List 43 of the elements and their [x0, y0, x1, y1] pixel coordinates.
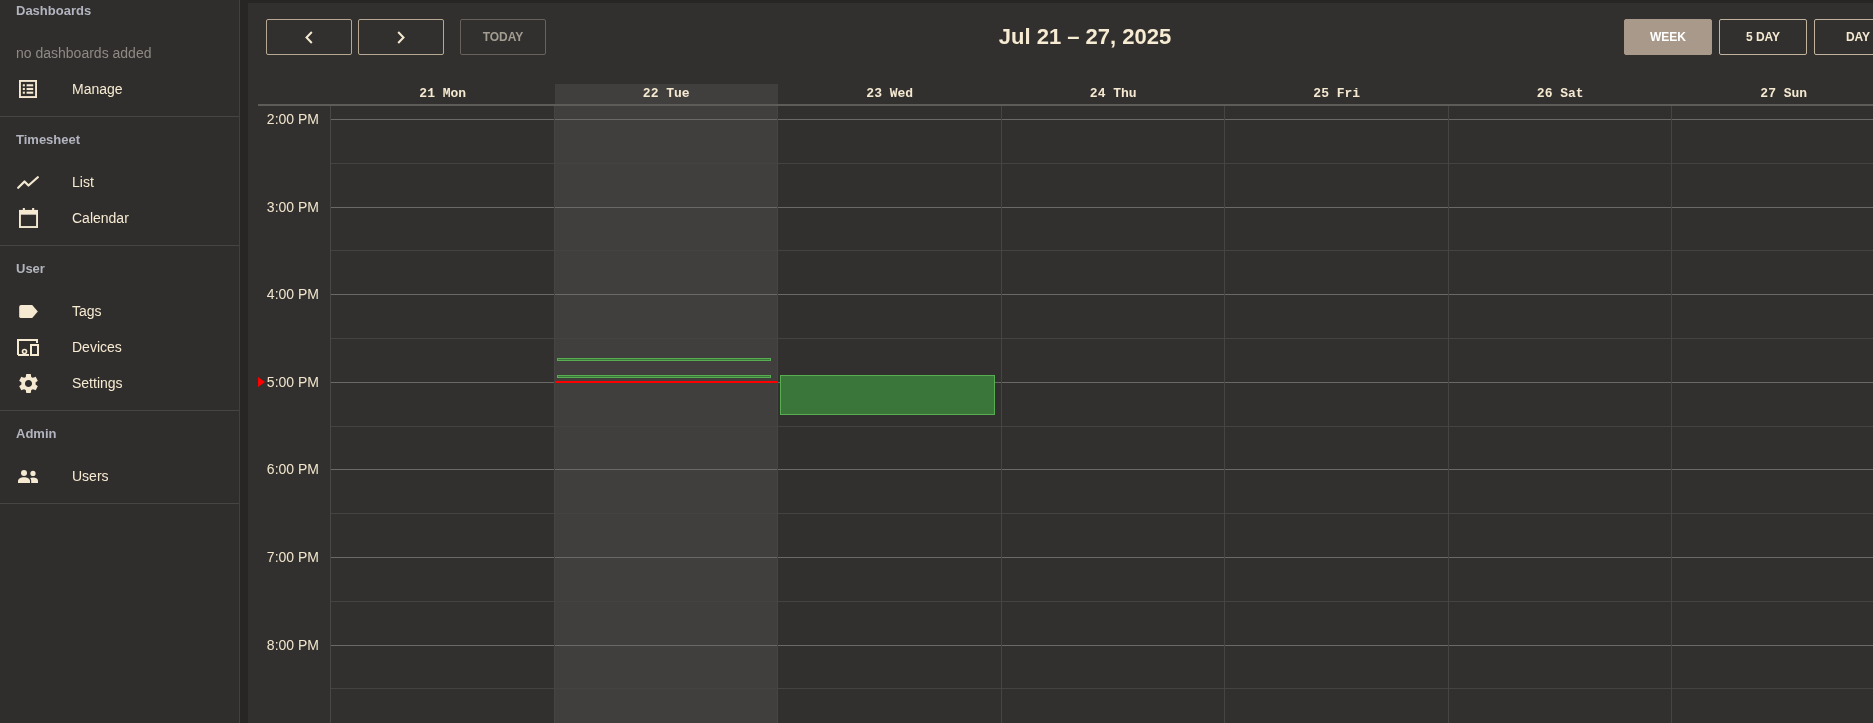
day-header: 22 Tue: [554, 84, 778, 104]
section-heading: User: [15, 260, 46, 278]
people-icon: [18, 469, 38, 483]
event-block[interactable]: [780, 374, 995, 416]
view-toggle-button[interactable]: DAY: [1814, 19, 1873, 55]
day-header: 23 Wed: [865, 85, 915, 103]
next-button[interactable]: [358, 19, 444, 55]
previous-button[interactable]: [266, 19, 352, 55]
day-header: 27 Sun: [1759, 85, 1809, 103]
devices-icon: [17, 338, 39, 356]
time-label: 3:00 PM: [266, 197, 319, 216]
chevron-right-icon: [397, 30, 405, 44]
event-block[interactable]: [556, 374, 771, 378]
time-label: 7:00 PM: [266, 547, 319, 566]
calendar-icon: [18, 208, 38, 228]
empty-message: no dashboards added: [16, 45, 152, 61]
settings-icon: [18, 373, 38, 393]
view-toggle-button[interactable]: 5 DAY: [1719, 19, 1807, 55]
sidebar-item[interactable]: Calendar: [0, 200, 239, 236]
time-label: 6:00 PM: [266, 460, 319, 479]
sidebar-item[interactable]: Tags: [0, 293, 239, 329]
time-label: 5:00 PM: [266, 372, 319, 391]
chevron-left-icon: [305, 30, 313, 44]
day-header: 21 Mon: [418, 85, 468, 103]
section-heading: Dashboards: [15, 2, 93, 20]
event-block[interactable]: [556, 358, 771, 362]
section-heading: Admin: [15, 425, 58, 443]
time-label: 2:00 PM: [266, 110, 319, 128]
date-range-title: Jul 21 – 27, 2025: [998, 24, 1172, 50]
time-label: 8:00 PM: [266, 635, 319, 654]
day-header: 25 Fri: [1312, 85, 1362, 103]
line-chart-icon: [17, 175, 39, 189]
time-label: 4:00 PM: [266, 285, 319, 304]
day-header: 26 Sat: [1535, 85, 1585, 103]
tag-icon: [18, 304, 38, 318]
sidebar-item[interactable]: Devices: [0, 329, 239, 365]
sidebar-item[interactable]: Settings: [0, 365, 239, 401]
sidebar-item[interactable]: Manage: [0, 71, 239, 107]
list-icon: [19, 80, 37, 98]
sidebar-item[interactable]: List: [0, 164, 239, 200]
section-heading: Timesheet: [15, 131, 82, 149]
sidebar-item[interactable]: Users: [0, 458, 239, 494]
day-header: 24 Thu: [1088, 85, 1138, 103]
